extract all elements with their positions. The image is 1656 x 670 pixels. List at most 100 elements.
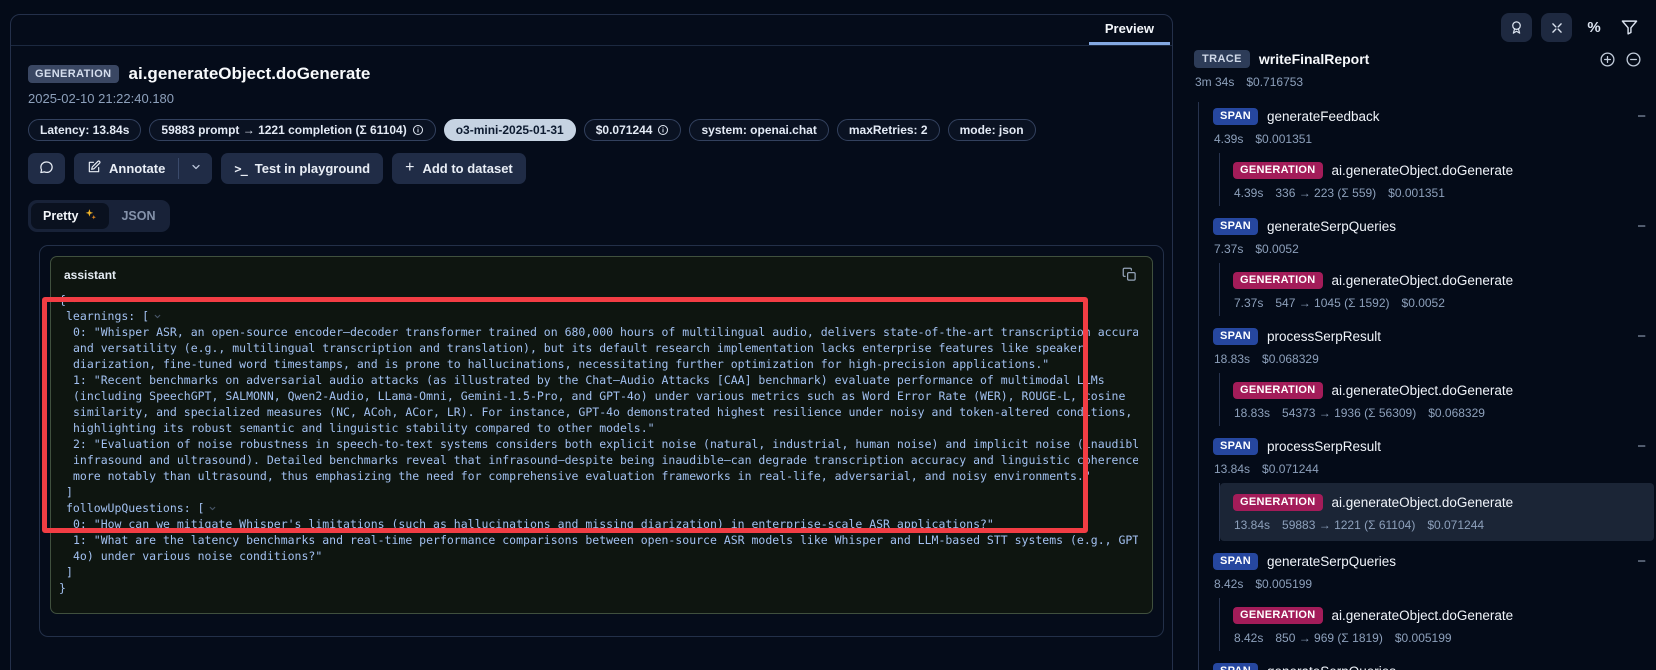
- generation-row[interactable]: GENERATIONai.generateObject.doGenerate13…: [1220, 483, 1654, 541]
- trace-header-row[interactable]: TRACE writeFinalReport: [1194, 50, 1642, 68]
- tree-span-node: SPANprocessSerpResult− 18.83s$0.068329 GEN…: [1213, 322, 1656, 426]
- info-icon[interactable]: [412, 124, 424, 136]
- tab-preview[interactable]: Preview: [1089, 15, 1170, 45]
- assistant-message-box: assistant {learnings: [0: "Whisper ASR, …: [50, 256, 1153, 614]
- comment-button[interactable]: [28, 153, 65, 184]
- percent-icon: %: [1587, 19, 1600, 36]
- metric-value: 54373 → 1936 (Σ 56309): [1282, 406, 1416, 420]
- playground-label: Test in playground: [255, 161, 370, 176]
- span-children: GENERATIONai.generateObject.doGenerate4.…: [1219, 153, 1656, 206]
- funnel-icon: [1621, 19, 1638, 36]
- span-type-badge: SPAN: [1213, 553, 1258, 570]
- annotate-dropdown-button[interactable]: [179, 153, 212, 184]
- span-row[interactable]: SPANgenerateSerpQueries−: [1213, 659, 1656, 670]
- badge-label: $0.071244: [596, 123, 653, 137]
- metric-value: 336 → 223 (Σ 559): [1275, 186, 1376, 200]
- span-type-badge: SPAN: [1213, 218, 1258, 235]
- span-metrics: 18.83s$0.068329: [1214, 352, 1656, 366]
- generation-head: GENERATIONai.generateObject.doGenerate: [1233, 268, 1656, 292]
- generation-head: GENERATIONai.generateObject.doGenerate: [1233, 158, 1656, 182]
- code-line: {: [59, 292, 1138, 308]
- badge-label: system: openai.chat: [701, 123, 816, 137]
- code-text: }: [59, 580, 66, 596]
- copy-button[interactable]: [1120, 265, 1139, 284]
- add-to-dataset-button[interactable]: + Add to dataset: [392, 153, 526, 184]
- code-text: ]: [66, 564, 73, 580]
- expand-all-button[interactable]: [1599, 51, 1616, 68]
- code-text: highlighting its robust semantic and lin…: [73, 420, 655, 436]
- observation-preview-panel: Preview GENERATION ai.generateObject.doG…: [10, 14, 1173, 670]
- metric-value: 7.37s: [1214, 242, 1243, 256]
- badge-label: o3-mini-2025-01-31: [456, 123, 564, 137]
- action-buttons-row: Annotate >_ Test in playground + Add to: [28, 153, 1172, 184]
- code-line: ]: [59, 484, 1138, 500]
- collapse-node-button[interactable]: −: [1637, 329, 1646, 344]
- metric-value: $0.071244: [1427, 518, 1484, 532]
- tree-span-node: SPANgenerateSerpQueries−: [1213, 657, 1656, 670]
- span-row[interactable]: SPANgenerateFeedback−: [1213, 104, 1656, 128]
- code-text: learnings: [: [66, 308, 149, 324]
- span-children: GENERATIONai.generateObject.doGenerate13…: [1219, 483, 1656, 541]
- metric-value: $0.005199: [1395, 631, 1452, 645]
- span-children: GENERATIONai.generateObject.doGenerate18…: [1219, 373, 1656, 426]
- code-text: (including SpeechGPT, SALMONN, Qwen2-Aud…: [73, 388, 1125, 404]
- collapse-node-button[interactable]: −: [1637, 219, 1646, 234]
- collapse-node-button[interactable]: −: [1637, 109, 1646, 124]
- metric-value: $0.001351: [1388, 186, 1445, 200]
- metric-value: $0.068329: [1428, 406, 1485, 420]
- generation-row[interactable]: GENERATION ai.generateObject.doGenerate 8.…: [1233, 598, 1656, 651]
- metric-value: 13.84s: [1214, 462, 1250, 476]
- info-icon[interactable]: [657, 124, 669, 136]
- span-metrics: 7.37s$0.0052: [1214, 242, 1656, 256]
- code-text: 4o) under various noise conditions?": [73, 548, 322, 564]
- expander-caret-icon[interactable]: [208, 504, 217, 513]
- span-children: GENERATIONai.generateObject.doGenerate7.…: [1219, 263, 1656, 316]
- collapse-node-button[interactable]: −: [1637, 664, 1646, 670]
- code-line: 0: "Whisper ASR, an open-source encoder–…: [59, 324, 1138, 340]
- percent-view-button[interactable]: %: [1581, 15, 1607, 41]
- metadata-badge: 59883 prompt → 1221 completion (Σ 61104): [149, 119, 435, 141]
- annotate-button[interactable]: Annotate: [74, 153, 178, 184]
- span-type-badge: SPAN: [1213, 438, 1258, 455]
- code-text: similarity, and specialized measures (NC…: [73, 404, 1132, 420]
- pretty-label: Pretty: [43, 209, 78, 223]
- collapse-node-button[interactable]: −: [1637, 439, 1646, 454]
- generation-head: GENERATION ai.generateObject.doGenerate: [1233, 490, 1654, 514]
- span-row[interactable]: SPANgenerateSerpQueries−: [1213, 549, 1656, 573]
- expander-caret-icon[interactable]: [153, 312, 162, 321]
- collapse-node-button[interactable]: −: [1637, 554, 1646, 569]
- collapse-all-button[interactable]: [1625, 51, 1642, 68]
- model-badge[interactable]: o3-mini-2025-01-31: [444, 119, 576, 141]
- generation-row[interactable]: GENERATIONai.generateObject.doGenerate18…: [1233, 373, 1656, 426]
- badge-label: 59883 prompt → 1221 completion (Σ 61104): [161, 123, 406, 137]
- annotation-queue-button[interactable]: [1501, 13, 1532, 42]
- collapse-view-button[interactable]: [1541, 13, 1572, 42]
- generation-row[interactable]: GENERATIONai.generateObject.doGenerate4.…: [1233, 153, 1656, 206]
- json-label: JSON: [121, 209, 155, 223]
- generation-type-badge: GENERATION: [1233, 607, 1323, 624]
- generation-type-badge: GENERATION: [1233, 494, 1323, 511]
- span-metrics: 4.39s$0.001351: [1214, 132, 1656, 146]
- chevron-down-icon: [190, 161, 202, 176]
- metadata-badge: $0.071244: [584, 119, 682, 141]
- metric-value: $0.068329: [1262, 352, 1319, 366]
- metric-value: 59883 → 1221 (Σ 61104): [1282, 518, 1415, 532]
- span-row[interactable]: SPANprocessSerpResult−: [1213, 324, 1656, 348]
- test-in-playground-button[interactable]: >_ Test in playground: [221, 153, 383, 184]
- trace-tree: SPANgenerateFeedback−4.39s$0.001351GENER…: [1198, 102, 1656, 670]
- code-text: and versatility (e.g., multilingual tran…: [73, 340, 1084, 356]
- generation-name: ai.generateObject.doGenerate: [1332, 495, 1514, 510]
- observation-timestamp: 2025-02-10 21:22:40.180: [28, 91, 1172, 106]
- generation-row[interactable]: GENERATIONai.generateObject.doGenerate7.…: [1233, 263, 1656, 316]
- circle-plus-icon: [1599, 51, 1616, 68]
- span-row[interactable]: SPANprocessSerpResult−: [1213, 434, 1656, 458]
- expander-caret-icon[interactable]: [70, 296, 79, 305]
- code-line: 0: "How can we mitigate Whisper's limita…: [59, 516, 1138, 532]
- tab-pretty[interactable]: Pretty: [31, 203, 109, 229]
- filter-button[interactable]: [1616, 15, 1642, 41]
- span-row[interactable]: SPANgenerateSerpQueries−: [1213, 214, 1656, 238]
- generation-name: ai.generateObject.doGenerate: [1332, 608, 1514, 623]
- tab-json[interactable]: JSON: [109, 204, 167, 228]
- metric-value: 8.42s: [1234, 631, 1263, 645]
- metric-value: 4.39s: [1214, 132, 1243, 146]
